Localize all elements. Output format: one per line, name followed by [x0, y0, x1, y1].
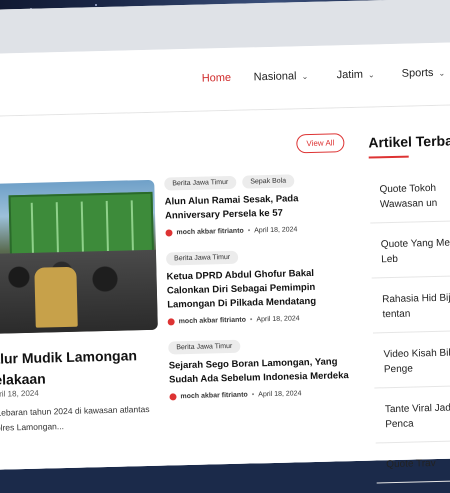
sidebar-item[interactable]: Quote Trav	[375, 441, 450, 484]
nav-nasional-label: Nasional	[253, 70, 297, 84]
article-date: April 18, 2024	[258, 390, 302, 399]
article-card[interactable]: Berita Jawa Timur Ketua DPRD Abdul Ghofu…	[165, 248, 358, 326]
author-avatar	[165, 229, 173, 237]
sidebar-item[interactable]: Video Kisah Bikin Penge	[373, 331, 450, 389]
nav-home-label: Home	[201, 71, 232, 85]
sidebar-item[interactable]: Rahasia Hid Bijak tentan	[371, 276, 450, 334]
rider-shape	[34, 266, 78, 328]
tag-badge[interactable]: Berita Jawa Timur	[165, 250, 239, 266]
hero-date: April 18, 2024	[0, 388, 39, 399]
separator-dot: •	[251, 391, 255, 399]
nav-sports-label: Sports	[401, 66, 434, 80]
site-navbar: Home Nasional ⌄ Jatim ⌄ Sports ⌄	[0, 41, 450, 117]
author-avatar	[169, 393, 177, 401]
separator-dot: •	[249, 316, 253, 324]
chevron-down-icon: ⌄	[367, 69, 375, 80]
article-title[interactable]: Sejarah Sego Boran Lamongan, Yang Sudah …	[169, 355, 360, 388]
web-page: Home Nasional ⌄ Jatim ⌄ Sports ⌄ View Al…	[0, 41, 450, 484]
hero-title[interactable]: Jalur Mudik Lamongan Pelakaan	[0, 345, 165, 391]
sidebar-title: Artikel Terba	[368, 132, 450, 151]
nav-sports[interactable]: Sports ⌄	[402, 67, 446, 80]
view-all-button[interactable]: View All	[296, 133, 345, 154]
chevron-down-icon: ⌄	[438, 68, 446, 78]
chevron-down-icon: ⌄	[301, 71, 309, 81]
article-title[interactable]: Alun Alun Ramai Sesak, Pada Anniversary …	[165, 191, 356, 224]
crowd-shape	[0, 249, 158, 334]
article-date: April 18, 2024	[256, 315, 300, 324]
tag-badge[interactable]: Berita Jawa Timur	[168, 339, 241, 355]
sidebar-list: Quote Tokoh Wawasan un Quote Yang Menuli…	[368, 166, 450, 484]
hero-image[interactable]	[0, 179, 158, 334]
sidebar-item[interactable]: Quote Tokoh Wawasan un	[368, 166, 450, 224]
nav-jatim-label: Jatim	[336, 68, 364, 82]
article-date: April 18, 2024	[254, 226, 298, 235]
tag-badge[interactable]: Berita Jawa Timur	[164, 175, 237, 191]
article-card[interactable]: Berita Jawa Timur Sepak Bola Alun Alun R…	[164, 173, 355, 237]
article-card[interactable]: Berita Jawa Timur Sejarah Sego Boran Lam…	[168, 337, 359, 401]
nav-nasional[interactable]: Nasional ⌄	[254, 70, 309, 83]
author-avatar	[167, 318, 175, 326]
nav-jatim[interactable]: Jatim ⌄	[336, 68, 375, 82]
article-title[interactable]: Ketua DPRD Abdul Ghofur Bakal Calonkan D…	[166, 266, 357, 313]
sidebar-item[interactable]: Quote Yang Menulis Leb	[370, 221, 450, 279]
nav-home[interactable]: Home	[202, 72, 232, 85]
browser-window: Home Nasional ⌄ Jatim ⌄ Sports ⌄ View Al…	[0, 0, 450, 484]
separator-dot: •	[247, 227, 251, 235]
sidebar-item[interactable]: Tante Viral Jadi Penca	[374, 386, 450, 444]
hero-excerpt: k Lebaran tahun 2024 di kawasan atlantas…	[0, 403, 150, 433]
tag-badge[interactable]: Sepak Bola	[242, 174, 295, 189]
scene: Home Nasional ⌄ Jatim ⌄ Sports ⌄ View Al…	[0, 0, 450, 484]
